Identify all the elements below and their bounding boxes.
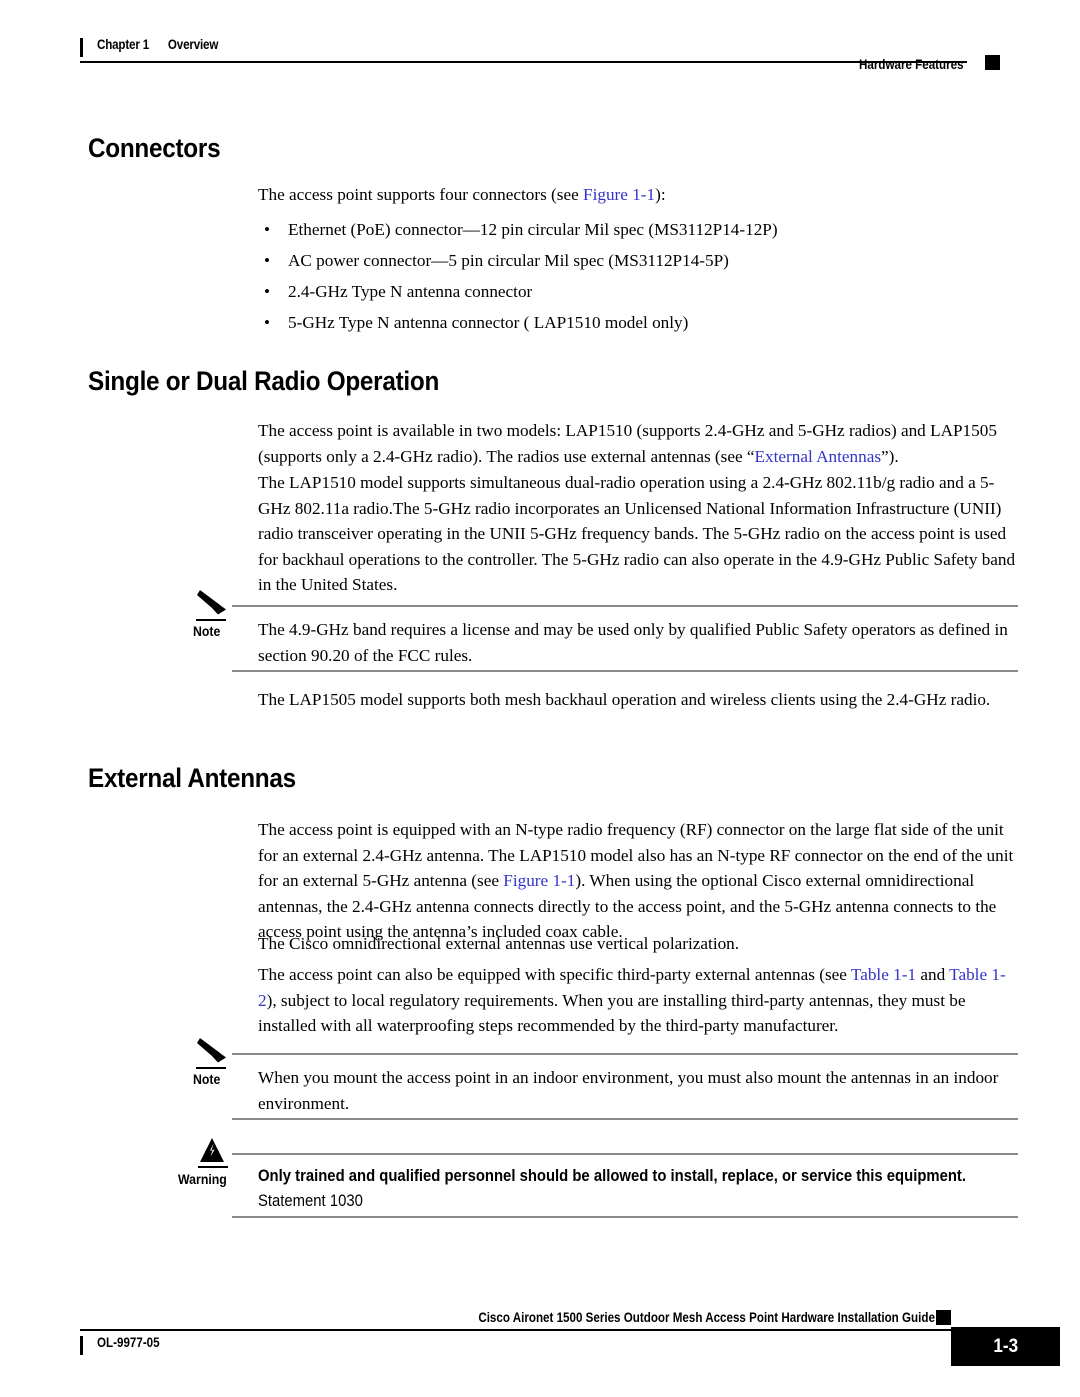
radio-p1-text-after: ”).	[881, 446, 899, 466]
warning-statement-number: Statement 1030	[258, 1192, 363, 1210]
radio-paragraph-3: The LAP1505 model supports both mesh bac…	[258, 690, 991, 709]
breadcrumb-chapter-number: Chapter 1	[97, 37, 150, 52]
warning-rule-bottom	[232, 1216, 1018, 1218]
document-id: OL-9977-05	[97, 1335, 160, 1350]
footer-divider	[80, 1329, 951, 1331]
note-text-2: When you mount the access point in an in…	[258, 1068, 999, 1113]
bullet-icon: •	[264, 251, 271, 270]
bullet-icon: •	[264, 220, 271, 239]
header-divider	[80, 61, 967, 63]
list-item-label: 2.4-GHz Type N antenna connector	[288, 282, 533, 301]
radio-paragraph-1: The access point is available in two mod…	[258, 418, 1020, 469]
antennas-paragraph-3: The access point can also be equipped wi…	[258, 962, 1020, 1039]
page-title-connectors: Connectors	[88, 133, 221, 163]
list-item-label: 5-GHz Type N antenna connector ( LAP1510…	[288, 313, 689, 332]
footer-marker-square	[936, 1310, 951, 1325]
antennas-paragraph-2: The Cisco omnidirectional external anten…	[258, 934, 740, 953]
list-item-label: Ethernet (PoE) connector—12 pin circular…	[288, 220, 778, 239]
footer-left-marker	[80, 1336, 83, 1355]
bullet-icon: •	[264, 282, 271, 301]
running-head: Hardware Features	[859, 57, 964, 72]
page-title-single-or-dual-radio-operation: Single or Dual Radio Operation	[88, 366, 440, 396]
warning-text-group: Only trained and qualified personnel sho…	[258, 1165, 967, 1213]
list-item: • Ethernet (PoE) connector—12 pin circula…	[258, 220, 1020, 240]
warning-label: Warning	[178, 1171, 227, 1187]
connectors-intro-text-before: The access point supports four connector…	[258, 185, 584, 204]
document-page: Chapter 1 Overview Hardware Features Conn…	[0, 0, 1080, 1397]
warning-statement-text: Only trained and qualified personnel sho…	[258, 1167, 967, 1185]
note-rule-bottom-1	[232, 670, 1018, 672]
connectors-bullet-list: • Ethernet (PoE) connector—12 pin circula…	[258, 220, 1020, 344]
list-item: • 5-GHz Type N antenna connector ( LAP151…	[258, 313, 1020, 333]
figure-1-1-link[interactable]: Figure 1-1	[583, 185, 655, 204]
footer-guide-title: Cisco Aironet 1500 Series Outdoor Mesh A…	[478, 1310, 935, 1325]
antennas-paragraph-1: The access point is equipped with an N-t…	[258, 817, 1020, 945]
connectors-intro-paragraph: The access point supports four connector…	[258, 182, 1020, 208]
table-1-1-link[interactable]: Table 1-1	[851, 965, 916, 984]
note-text-1: The 4.9-GHz band requires a license and …	[258, 620, 1008, 665]
page-header: Chapter 1 Overview Hardware Features	[80, 30, 1000, 80]
figure-1-1-link[interactable]: Figure 1-1	[503, 871, 575, 890]
header-marker-square	[985, 55, 1000, 70]
connectors-intro-text-after: ):	[655, 185, 666, 204]
list-item-label: AC power connector—5 pin circular Mil sp…	[288, 251, 729, 270]
note-rule-top-2	[232, 1053, 1018, 1055]
note-icon-underline-2	[196, 1067, 226, 1069]
antennas-p3-text-mid: and	[916, 965, 950, 984]
header-left-marker	[80, 38, 83, 57]
warning-rule-top	[232, 1153, 1018, 1155]
page-footer: Cisco Aironet 1500 Series Outdoor Mesh A…	[80, 1310, 1060, 1380]
bullet-icon: •	[264, 313, 271, 332]
warning-icon-underline	[198, 1166, 228, 1168]
note-rule-top-1	[232, 605, 1018, 607]
page-number-box: 1-3	[951, 1327, 1060, 1366]
list-item: • 2.4-GHz Type N antenna connector	[258, 282, 1020, 302]
breadcrumb: Chapter 1 Overview	[97, 37, 218, 52]
note-label-1: Note	[193, 623, 221, 639]
note-icon-underline-1	[196, 619, 226, 621]
page-number: 1-3	[993, 1336, 1018, 1357]
note-label-2: Note	[193, 1071, 221, 1087]
external-antennas-link[interactable]: External Antennas	[755, 447, 881, 466]
antennas-p3-text-before: The access point can also be equipped wi…	[258, 965, 851, 984]
list-item: • AC power connector—5 pin circular Mil s…	[258, 251, 1020, 271]
note-rule-bottom-2	[232, 1118, 1018, 1120]
breadcrumb-chapter-title: Overview	[167, 37, 219, 52]
radio-paragraph-2: The LAP1510 model supports simultaneous …	[258, 473, 1016, 594]
page-title-external-antennas: External Antennas	[88, 763, 296, 793]
antennas-p3-text-after: ), subject to local regulatory requireme…	[258, 990, 966, 1036]
